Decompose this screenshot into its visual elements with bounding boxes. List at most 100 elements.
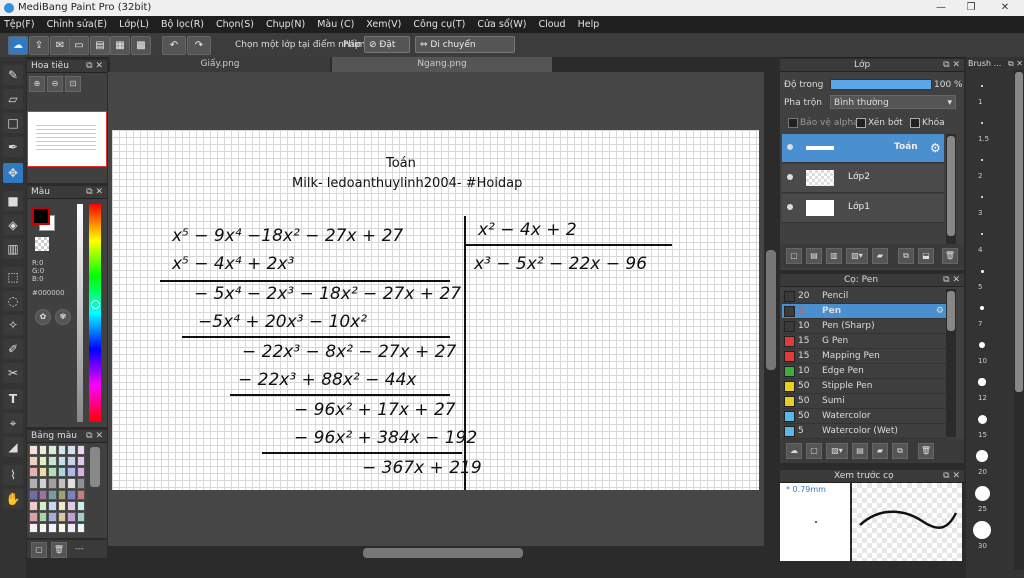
- palette-swatch[interactable]: [76, 456, 85, 467]
- fit-icon[interactable]: ⊡: [65, 76, 81, 92]
- brush-size-cell[interactable]: 2: [966, 146, 1012, 181]
- palette-swatch[interactable]: [29, 478, 38, 489]
- menu-help[interactable]: Help: [578, 19, 600, 30]
- brush-size-cell[interactable]: 15: [966, 405, 1012, 440]
- navigator-thumbnail[interactable]: [27, 111, 107, 167]
- fill-rect-tool-icon[interactable]: ■: [3, 191, 23, 211]
- transparent-color-icon[interactable]: [35, 237, 49, 251]
- menu-layer[interactable]: Lớp(L): [119, 19, 149, 30]
- new-palette-icon[interactable]: ▢: [31, 542, 47, 558]
- select-pen-tool-icon[interactable]: ✐: [3, 339, 23, 359]
- palette-swatch[interactable]: [67, 478, 76, 489]
- menu-tools[interactable]: Công cụ(T): [413, 19, 465, 30]
- text-tool-icon[interactable]: T: [3, 389, 23, 409]
- pen-tool-icon[interactable]: ✒: [3, 137, 23, 157]
- lasso-tool-icon[interactable]: ◌: [3, 291, 23, 311]
- opacity-slider[interactable]: [830, 79, 932, 90]
- palette-swatch[interactable]: [57, 511, 66, 522]
- move-button[interactable]: ⇔ Di chuyển ngang/dọc: [415, 36, 515, 67]
- brush-row[interactable]: 50 Stipple Pen: [782, 379, 946, 394]
- layer-row-lop1[interactable]: Lớp1: [782, 194, 944, 223]
- palette-swatch[interactable]: [29, 467, 38, 478]
- palette-swatch[interactable]: [67, 511, 76, 522]
- zoom-in-icon[interactable]: ⊕: [29, 76, 45, 92]
- palette-add-icon[interactable]: ✾: [55, 309, 71, 325]
- brush-row[interactable]: 20 Pencil: [782, 289, 946, 304]
- palette-swatch[interactable]: [38, 522, 47, 533]
- brush-tool-icon[interactable]: ✎: [3, 65, 23, 85]
- palette-swatch[interactable]: [67, 522, 76, 533]
- palette-swatch[interactable]: [38, 500, 47, 511]
- visibility-icon[interactable]: [787, 204, 793, 210]
- duplicate-icon[interactable]: ⧉: [898, 248, 914, 264]
- hand-tool-icon[interactable]: ✋: [3, 489, 23, 509]
- new-layer-1bit-icon[interactable]: ▥: [826, 248, 842, 264]
- palette-swatch[interactable]: [76, 489, 85, 500]
- menu-view[interactable]: Xem(V): [366, 19, 401, 30]
- palette-swatch[interactable]: [38, 467, 47, 478]
- move-tool-icon[interactable]: ✥: [3, 163, 23, 183]
- layer-panel-controls-icon[interactable]: ⧉ ✕: [943, 59, 960, 72]
- hue-slider[interactable]: [89, 204, 101, 422]
- eraser-tool-icon[interactable]: ▱: [3, 89, 23, 109]
- delete-layer-icon[interactable]: 🗑: [942, 248, 958, 264]
- undo-icon[interactable]: ↶: [162, 36, 186, 55]
- palette-swatch[interactable]: [29, 500, 38, 511]
- share-icon[interactable]: ⇪: [29, 36, 49, 55]
- canvas-vscroll-thumb[interactable]: [766, 250, 776, 370]
- menu-edit[interactable]: Chỉnh sửa(E): [47, 19, 108, 30]
- document-icon[interactable]: ▤: [90, 36, 110, 55]
- palette-swatch[interactable]: [67, 467, 76, 478]
- reset-button[interactable]: ⊘ Đặt lại: [364, 36, 410, 67]
- palette-swatch[interactable]: [48, 456, 57, 467]
- palette-swatch[interactable]: [48, 500, 57, 511]
- visibility-icon[interactable]: [787, 174, 793, 180]
- preview-panel-controls-icon[interactable]: ⧉ ✕: [943, 470, 960, 483]
- palette-swatch[interactable]: [48, 489, 57, 500]
- color-panel-controls-icon[interactable]: ⧉ ✕: [86, 186, 103, 199]
- brush-duplicate-icon[interactable]: ⧉: [892, 443, 908, 459]
- palette-swatch[interactable]: [29, 522, 38, 533]
- palette-swatch[interactable]: [48, 511, 57, 522]
- new-layer-icon[interactable]: ▢: [786, 248, 802, 264]
- brush-size-cell[interactable]: 3: [966, 183, 1012, 218]
- hue-handle[interactable]: [91, 300, 100, 309]
- visibility-icon[interactable]: [787, 144, 793, 150]
- palette-swatch[interactable]: [29, 445, 38, 456]
- rectangle-tool-icon[interactable]: □: [3, 113, 23, 133]
- palette-swatch[interactable]: [38, 445, 47, 456]
- brush-row[interactable]: 5 Watercolor (Wet): [782, 424, 946, 439]
- palette-swatch[interactable]: [67, 489, 76, 500]
- palette-swatch[interactable]: [38, 478, 47, 489]
- menu-window[interactable]: Cửa sổ(W): [477, 19, 526, 30]
- maximize-button[interactable]: ❐: [956, 1, 986, 15]
- minimize-button[interactable]: —: [926, 1, 956, 15]
- palette-swatch[interactable]: [29, 456, 38, 467]
- brush-row[interactable]: 50 Sumi: [782, 394, 946, 409]
- brush-size-scroll-thumb[interactable]: [1015, 72, 1023, 392]
- brush-size-cell[interactable]: 20: [966, 442, 1012, 477]
- layer-scrollbar[interactable]: [946, 134, 956, 244]
- brush-folder-icon[interactable]: ▰: [872, 443, 888, 459]
- palette-swatch[interactable]: [76, 522, 85, 533]
- palette-swatch[interactable]: [57, 500, 66, 511]
- select-rect-tool-icon[interactable]: ⬚: [3, 267, 23, 287]
- palette-swatch[interactable]: [57, 522, 66, 533]
- blur-tool-icon[interactable]: ◢: [3, 437, 23, 457]
- drawing-paper[interactable]: Toán Milk- ledoanthuylinh2004- #Hoidap x…: [112, 130, 759, 490]
- grid-icon[interactable]: ▩: [131, 36, 151, 55]
- palette-swatch[interactable]: [57, 467, 66, 478]
- palette-swatch[interactable]: [57, 456, 66, 467]
- gradient-tool-icon[interactable]: ▥: [3, 239, 23, 259]
- palette-swatch[interactable]: [38, 456, 47, 467]
- canvas-vscroll[interactable]: [764, 72, 778, 546]
- layer-row-lop2[interactable]: Lớp2: [782, 164, 944, 193]
- speech-icon[interactable]: ▭: [69, 36, 89, 55]
- palette-swatch[interactable]: [38, 511, 47, 522]
- palette-swatch[interactable]: [76, 478, 85, 489]
- close-button[interactable]: ✕: [990, 1, 1020, 15]
- brush-size-cell[interactable]: 4: [966, 220, 1012, 255]
- brush-row[interactable]: 50 Watercolor: [782, 409, 946, 424]
- layer-scroll-thumb[interactable]: [947, 136, 955, 236]
- zoom-out-icon[interactable]: ⊖: [47, 76, 63, 92]
